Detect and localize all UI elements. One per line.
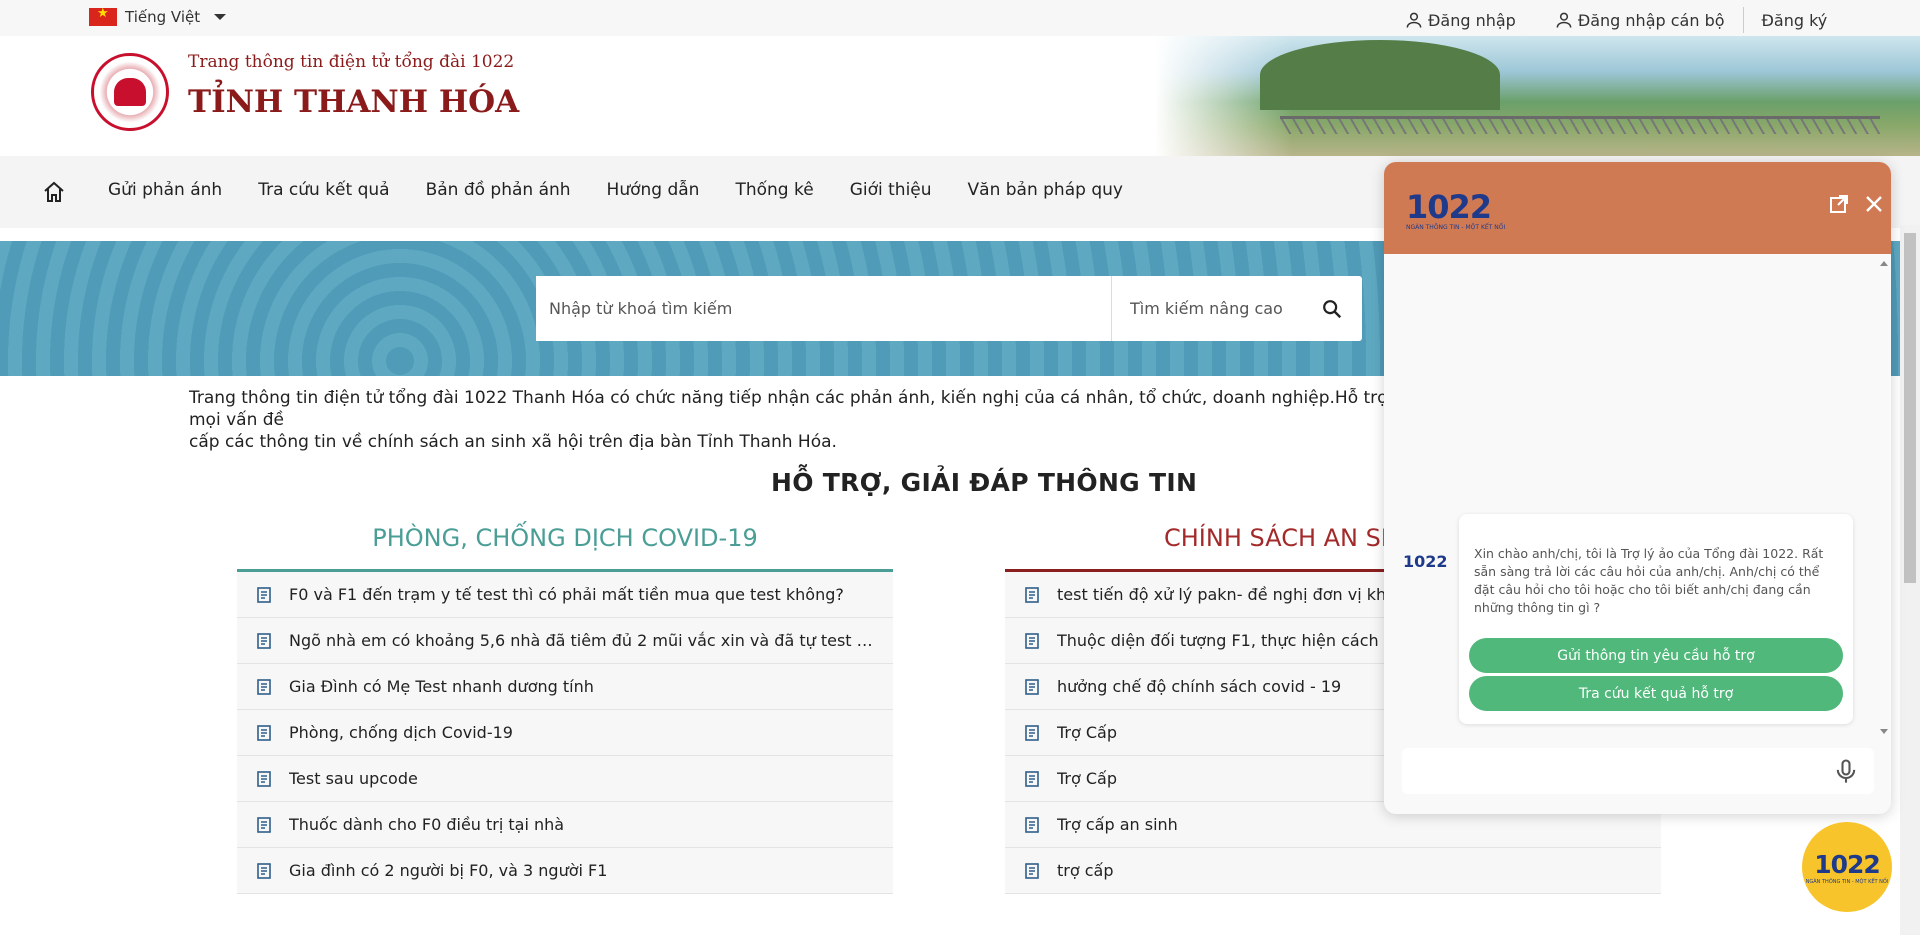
list-item-text: Gia đình có 2 người bị F0, và 3 người F1: [289, 861, 608, 880]
list-item-text: hưởng chế độ chính sách covid - 19: [1057, 677, 1342, 696]
chevron-down-icon: [214, 14, 227, 20]
list-item[interactable]: trợ cấp: [1005, 848, 1661, 894]
document-icon: [257, 862, 271, 879]
intro-line-2: cấp các thông tin về chính sách an sinh …: [189, 432, 837, 452]
home-icon[interactable]: [42, 180, 66, 204]
section-title: HỖ TRỢ, GIẢI ĐÁP THÔNG TIN: [771, 468, 1198, 497]
nav-statistics[interactable]: Thống kê: [735, 180, 813, 200]
document-icon: [1025, 816, 1039, 833]
list-item-text: Ngõ nhà em có khoảng 5,6 nhà đã tiêm đủ …: [289, 631, 893, 650]
bot-greeting: Xin chào anh/chị, tôi là Trợ lý ảo của T…: [1474, 546, 1824, 615]
document-icon: [257, 724, 271, 741]
list-item[interactable]: Gia Đình có Mẹ Test nhanh dương tính: [237, 664, 893, 710]
nav-legal-docs[interactable]: Văn bản pháp quy: [968, 180, 1123, 200]
document-icon: [257, 678, 271, 695]
list-item-text: F0 và F1 đến trạm y tế test thì có phải …: [289, 585, 844, 604]
nav-about[interactable]: Giới thiệu: [850, 180, 932, 200]
chatbot-window: 1022 NGÀN THÔNG TIN - MỘT KẾT NỐI 1022 X…: [1384, 162, 1891, 814]
covid-list: F0 và F1 đến trạm y tế test thì có phải …: [237, 572, 893, 894]
search-input[interactable]: [536, 276, 1112, 341]
chat-logo-tagline: NGÀN THÔNG TIN - MỘT KẾT NỐI: [1406, 224, 1506, 231]
list-item[interactable]: Phòng, chống dịch Covid-19: [237, 710, 893, 756]
site-title[interactable]: TỈNH THANH HÓA: [188, 84, 519, 120]
nav-report-map[interactable]: Bản đồ phản ánh: [426, 180, 571, 200]
divider: [1742, 7, 1744, 33]
nav-lookup-results[interactable]: Tra cứu kết quả: [258, 180, 389, 200]
nav-send-report[interactable]: Gửi phản ánh: [108, 180, 222, 200]
list-item-text: Gia Đình có Mẹ Test nhanh dương tính: [289, 677, 594, 696]
intro-line-1: Trang thông tin điện tử tổng đài 1022 Th…: [189, 388, 1388, 430]
province-seal-logo[interactable]: [91, 53, 169, 131]
chat-logo: 1022 NGÀN THÔNG TIN - MỘT KẾT NỐI: [1406, 188, 1505, 231]
list-item[interactable]: Thuốc dành cho F0 điều trị tại nhà: [237, 802, 893, 848]
document-icon: [1025, 678, 1039, 695]
bot-avatar: 1022: [1403, 552, 1448, 571]
search-box: Tìm kiếm nâng cao: [536, 276, 1362, 341]
chat-scrollbar[interactable]: [1877, 254, 1891, 744]
send-support-request-button[interactable]: Gửi thông tin yêu cầu hỗ trợ: [1469, 638, 1843, 673]
chat-launcher-button[interactable]: 1022 NGÀN THÔNG TIN - MỘT KẾT NỐI: [1802, 822, 1892, 912]
user-icon: [1406, 12, 1422, 28]
document-icon: [257, 632, 271, 649]
microphone-icon[interactable]: [1832, 757, 1860, 785]
list-item-text: Thuốc dành cho F0 điều trị tại nhà: [289, 815, 565, 834]
site-subtitle: Trang thông tin điện tử tổng đài 1022: [188, 52, 515, 72]
language-label: Tiếng Việt: [125, 8, 201, 26]
page-scrollbar[interactable]: [1900, 225, 1920, 935]
chat-logo-text: 1022: [1406, 188, 1492, 226]
list-item-text: Trợ cấp an sinh: [1057, 815, 1178, 834]
launcher-logo-text: 1022: [1814, 849, 1881, 879]
user-icon: [1556, 12, 1572, 28]
intro-text: Trang thông tin điện tử tổng đài 1022 Th…: [189, 387, 1389, 453]
launcher-logo-tagline: NGÀN THÔNG TIN - MỘT KẾT NỐI: [1805, 878, 1889, 885]
document-icon: [1025, 632, 1039, 649]
list-item[interactable]: F0 và F1 đến trạm y tế test thì có phải …: [237, 572, 893, 618]
list-item-text: Phòng, chống dịch Covid-19: [289, 723, 513, 742]
advanced-search-link[interactable]: Tìm kiếm nâng cao: [1112, 276, 1302, 341]
search-button[interactable]: [1302, 276, 1362, 341]
chat-input-box: [1402, 748, 1874, 794]
staff-login-link[interactable]: Đăng nhập cán bộ: [1554, 10, 1725, 30]
chat-input[interactable]: [1402, 748, 1822, 794]
list-item-text: Thuộc diện đối tượng F1, thực hiện cách …: [1057, 631, 1420, 650]
bot-message-bubble: Xin chào anh/chị, tôi là Trợ lý ảo của T…: [1459, 514, 1853, 724]
search-icon: [1323, 299, 1342, 318]
banner-bridge: [1280, 116, 1880, 134]
list-item[interactable]: Gia đình có 2 người bị F0, và 3 người F1: [237, 848, 893, 894]
list-item[interactable]: Test sau upcode: [237, 756, 893, 802]
covid-column: PHÒNG, CHỐNG DỊCH COVID-19 F0 và F1 đến …: [237, 524, 893, 894]
chat-messages: 1022 Xin chào anh/chị, tôi là Trợ lý ảo …: [1384, 254, 1891, 734]
covid-heading[interactable]: PHÒNG, CHỐNG DỊCH COVID-19: [237, 524, 893, 572]
list-item-text: Trợ Cấp: [1057, 723, 1118, 742]
list-item[interactable]: Ngõ nhà em có khoảng 5,6 nhà đã tiêm đủ …: [237, 618, 893, 664]
staff-login-label: Đăng nhập cán bộ: [1577, 10, 1725, 30]
lookup-support-result-button[interactable]: Tra cứu kết quả hỗ trợ: [1469, 676, 1843, 711]
page-scrollbar-thumb[interactable]: [1904, 233, 1916, 583]
document-icon: [1025, 724, 1039, 741]
document-icon: [257, 586, 271, 603]
document-icon: [1025, 862, 1039, 879]
register-link[interactable]: Đăng ký: [1762, 11, 1828, 30]
language-selector[interactable]: Tiếng Việt: [89, 6, 227, 26]
list-item-text: Test sau upcode: [289, 769, 418, 788]
top-bar: Tiếng Việt Đăng nhập Đăng nhập cán bộ Đă…: [0, 0, 1920, 36]
document-icon: [257, 770, 271, 787]
document-icon: [257, 816, 271, 833]
close-icon[interactable]: [1862, 192, 1886, 216]
site-header: Trang thông tin điện tử tổng đài 1022 TỈ…: [0, 36, 1920, 156]
login-label: Đăng nhập: [1428, 10, 1516, 30]
open-external-icon[interactable]: [1827, 192, 1851, 216]
nav-guide[interactable]: Hướng dẫn: [607, 180, 700, 200]
document-icon: [1025, 586, 1039, 603]
list-item-text: Trợ Cấp: [1057, 769, 1118, 788]
document-icon: [1025, 770, 1039, 787]
banner-hill: [1260, 40, 1500, 110]
chat-header: 1022 NGÀN THÔNG TIN - MỘT KẾT NỐI: [1384, 162, 1891, 254]
list-item-text: trợ cấp: [1057, 861, 1114, 880]
vietnam-flag-icon: [89, 6, 117, 26]
login-link[interactable]: Đăng nhập: [1404, 10, 1516, 30]
